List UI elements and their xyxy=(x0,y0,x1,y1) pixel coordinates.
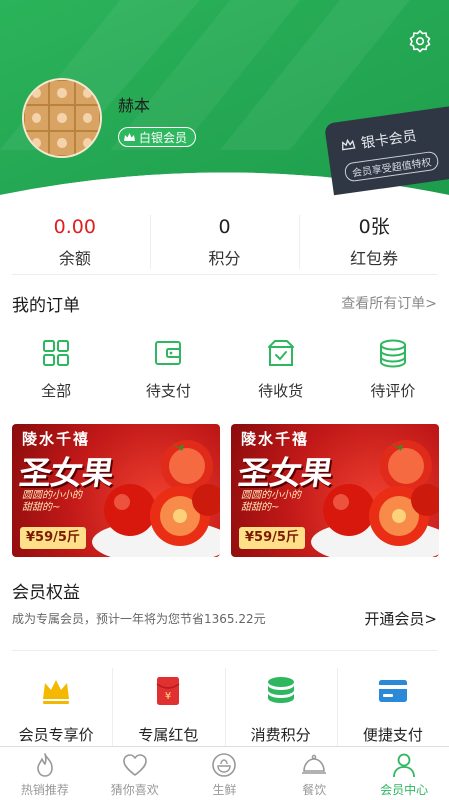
tab-member-center-label: 会员中心 xyxy=(380,783,429,797)
banner-price: ¥59/5斤 xyxy=(20,527,86,549)
benefits-subtitle: 成为专属会员，预计一年将为您节省1365.22元 xyxy=(12,612,266,626)
benefit-quick-pay[interactable]: 便捷支付 xyxy=(336,668,449,746)
heart-icon xyxy=(122,754,147,776)
tab-hot-sales-label: 热销推荐 xyxy=(20,783,69,797)
order-pending-payment-button[interactable]: 待支付 xyxy=(112,338,224,402)
settings-gear-icon[interactable] xyxy=(407,28,433,54)
tab-member-center[interactable]: 会员中心 xyxy=(359,747,449,800)
card-icon xyxy=(378,680,407,702)
order-all-label: 全部 xyxy=(41,382,72,400)
banner-slogan: 圆圆的小小的 甜甜的~ xyxy=(22,490,82,513)
benefit-quick-pay-label: 便捷支付 xyxy=(362,726,423,744)
grid-icon xyxy=(43,340,70,366)
stat-coupons[interactable]: 0张 红包券 xyxy=(299,213,449,273)
username: 赫本 xyxy=(118,96,151,115)
member-level-label: 白银会员 xyxy=(139,130,188,145)
order-status-row: 全部 待支付 待收货 待评价 xyxy=(0,338,449,402)
account-stats: 0.00 余额 0 积分 0张 红包券 xyxy=(0,213,449,273)
stat-balance[interactable]: 0.00 余额 xyxy=(0,213,150,273)
view-all-orders-link[interactable]: 查看所有订单> xyxy=(341,293,437,313)
tab-hot-sales[interactable]: 热销推荐 xyxy=(0,747,90,800)
benefit-member-price-label: 会员专享价 xyxy=(18,726,94,744)
fresh-bowl-icon xyxy=(212,753,237,777)
dish-cover-icon xyxy=(302,754,327,774)
user-icon xyxy=(393,753,415,778)
box-check-icon xyxy=(267,340,294,366)
order-pending-receipt-button[interactable]: 待收货 xyxy=(225,338,337,402)
bottom-tab-bar: 热销推荐 猜你喜欢 生鲜 餐饮 会员中心 xyxy=(0,746,449,800)
orders-header: 我的订单 查看所有订单> xyxy=(12,290,437,316)
order-pending-payment-label: 待支付 xyxy=(145,382,191,400)
banner-headline: 圣女果 xyxy=(236,454,335,492)
wallet-icon xyxy=(155,341,182,365)
coins-stack-icon xyxy=(379,339,406,368)
promo-banners: 陵水千禧 圣女果 圆圆的小小的 甜甜的~ ¥59/5斤 陵水千禧 圣女果 圆圆的… xyxy=(12,424,439,557)
promo-banner[interactable]: 陵水千禧 圣女果 圆圆的小小的 甜甜的~ ¥59/5斤 xyxy=(12,424,220,557)
coins-stack-icon xyxy=(267,677,294,703)
banner-slogan: 圆圆的小小的 甜甜的~ xyxy=(241,490,301,513)
tab-guess-you-like-label: 猜你喜欢 xyxy=(110,783,159,797)
silver-card-subtitle: 会员享受超值特权 xyxy=(343,150,440,183)
order-pending-review-label: 待评价 xyxy=(370,382,416,400)
banner-tag: 陵水千禧 xyxy=(22,430,91,448)
banner-price: ¥59/5斤 xyxy=(239,527,305,549)
crown-icon xyxy=(43,680,70,704)
divider xyxy=(12,274,437,275)
banner-headline: 圣女果 xyxy=(17,454,116,492)
flame-icon xyxy=(37,753,53,777)
coupons-label: 红包券 xyxy=(350,249,399,268)
open-membership-link[interactable]: 开通会员> xyxy=(364,608,437,629)
tab-fresh-label: 生鲜 xyxy=(212,783,237,797)
points-value: 0 xyxy=(218,216,231,238)
coupons-value: 0张 xyxy=(358,216,390,238)
tab-dining[interactable]: 餐饮 xyxy=(269,747,359,800)
benefit-red-envelope[interactable]: ¥ 专属红包 xyxy=(112,668,224,746)
avatar[interactable] xyxy=(22,78,102,158)
benefits-row: 会员专享价 ¥ 专属红包 消费积分 便捷支付 xyxy=(0,668,449,746)
red-envelope-icon: ¥ xyxy=(156,677,180,705)
tab-dining-label: 餐饮 xyxy=(302,783,327,797)
benefits-title: 会员权益 xyxy=(12,583,80,603)
promo-banner[interactable]: 陵水千禧 圣女果 圆圆的小小的 甜甜的~ ¥59/5斤 xyxy=(231,424,439,557)
balance-value: 0.00 xyxy=(53,216,96,238)
member-level-badge[interactable]: 白银会员 xyxy=(118,127,197,147)
order-pending-receipt-label: 待收货 xyxy=(258,382,304,400)
divider xyxy=(12,650,437,651)
benefit-points-label: 消费积分 xyxy=(250,726,311,744)
member-center-page: 赫本 白银会员 银卡会员 会员享受超值特权 0.00 余额 0 积分 0张 红包… xyxy=(0,0,449,800)
tab-guess-you-like[interactable]: 猜你喜欢 xyxy=(90,747,180,800)
orders-title: 我的订单 xyxy=(12,295,80,316)
silver-card-title: 银卡会员 xyxy=(360,128,418,152)
svg-text:¥: ¥ xyxy=(165,691,171,702)
tab-fresh[interactable]: 生鲜 xyxy=(180,747,270,800)
crown-small-icon xyxy=(123,131,136,144)
benefit-red-envelope-label: 专属红包 xyxy=(138,726,199,744)
benefit-points[interactable]: 消费积分 xyxy=(224,668,337,746)
balance-label: 余额 xyxy=(58,249,91,268)
profile-header: 赫本 白银会员 银卡会员 会员享受超值特权 xyxy=(0,0,449,205)
banner-tag: 陵水千禧 xyxy=(241,430,310,448)
benefit-member-price[interactable]: 会员专享价 xyxy=(0,668,112,746)
order-all-button[interactable]: 全部 xyxy=(0,338,112,402)
crown-outline-icon xyxy=(342,138,356,151)
order-pending-review-button[interactable]: 待评价 xyxy=(337,338,449,402)
stat-points[interactable]: 0 积分 xyxy=(149,213,300,273)
points-label: 积分 xyxy=(208,249,241,268)
